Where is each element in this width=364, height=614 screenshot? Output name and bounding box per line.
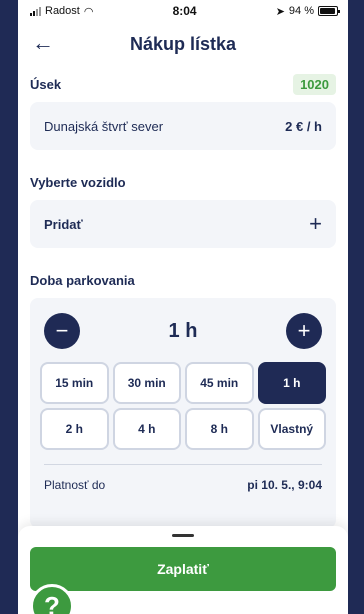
duration-option[interactable]: 45 min: [185, 362, 254, 404]
status-bar: Radost ◠ 8:04 ➤ 94 %: [18, 0, 348, 22]
section-card[interactable]: Dunajská štvrť sever 2 € / h: [30, 102, 336, 150]
section-name: Dunajská štvrť sever: [44, 118, 164, 134]
section-price: 2 € / h: [285, 118, 322, 134]
section-code-badge: 1020: [293, 73, 336, 95]
add-vehicle-label: Pridať: [44, 216, 83, 232]
duration-option[interactable]: 4 h: [112, 408, 181, 450]
validity-value: pi 10. 5., 9:04: [247, 478, 322, 492]
duration-options: 15 min 30 min 45 min 1 h 2 h 4 h 8 h Vla…: [40, 362, 326, 450]
clock: 8:04: [172, 4, 197, 18]
battery-percent: 94 %: [288, 5, 314, 17]
section-label: Úsek: [30, 76, 62, 92]
section-heading: Úsek 1020: [18, 70, 348, 98]
vehicle-label: Vyberte vozidlo: [30, 174, 126, 190]
plus-icon[interactable]: +: [309, 211, 322, 237]
duration-option[interactable]: 30 min: [112, 362, 181, 404]
wifi-icon: ◠: [83, 5, 94, 18]
duration-option-selected[interactable]: 1 h: [257, 362, 326, 404]
duration-card: − 1 h + 15 min 30 min 45 min 1 h 2 h 4 h…: [30, 298, 336, 528]
duration-option-custom[interactable]: Vlastný: [257, 408, 326, 450]
carrier-name: Radost: [45, 5, 80, 17]
add-vehicle-card[interactable]: Pridať +: [30, 200, 336, 248]
duration-label: Doba parkovania: [30, 272, 135, 288]
decrease-button[interactable]: −: [44, 313, 80, 349]
battery-icon: [317, 6, 340, 16]
app-screen: Radost ◠ 8:04 ➤ 94 % ← Nákup lístka Úsek…: [18, 0, 348, 614]
validity-row: Platnosť do pi 10. 5., 9:04: [40, 465, 326, 505]
duration-value: 1 h: [168, 319, 198, 342]
header: ← Nákup lístka: [18, 22, 348, 66]
sheet-handle[interactable]: [172, 534, 194, 537]
location-icon: ➤: [275, 5, 285, 18]
increase-button[interactable]: +: [286, 313, 322, 349]
page-title: Nákup lístka: [129, 33, 237, 54]
duration-heading: Doba parkovania: [18, 266, 348, 294]
duration-option[interactable]: 2 h: [40, 408, 109, 450]
pay-button[interactable]: Zaplatiť: [30, 547, 336, 591]
duration-option[interactable]: 8 h: [185, 408, 254, 450]
bottom-sheet: Zaplatiť ?: [18, 526, 348, 614]
vehicle-heading: Vyberte vozidlo: [18, 168, 348, 196]
validity-label: Platnosť do: [44, 478, 106, 492]
signal-icon: [30, 6, 41, 16]
back-arrow-icon[interactable]: ←: [32, 32, 54, 54]
duration-option[interactable]: 15 min: [40, 362, 109, 404]
duration-stepper: − 1 h +: [40, 310, 326, 352]
